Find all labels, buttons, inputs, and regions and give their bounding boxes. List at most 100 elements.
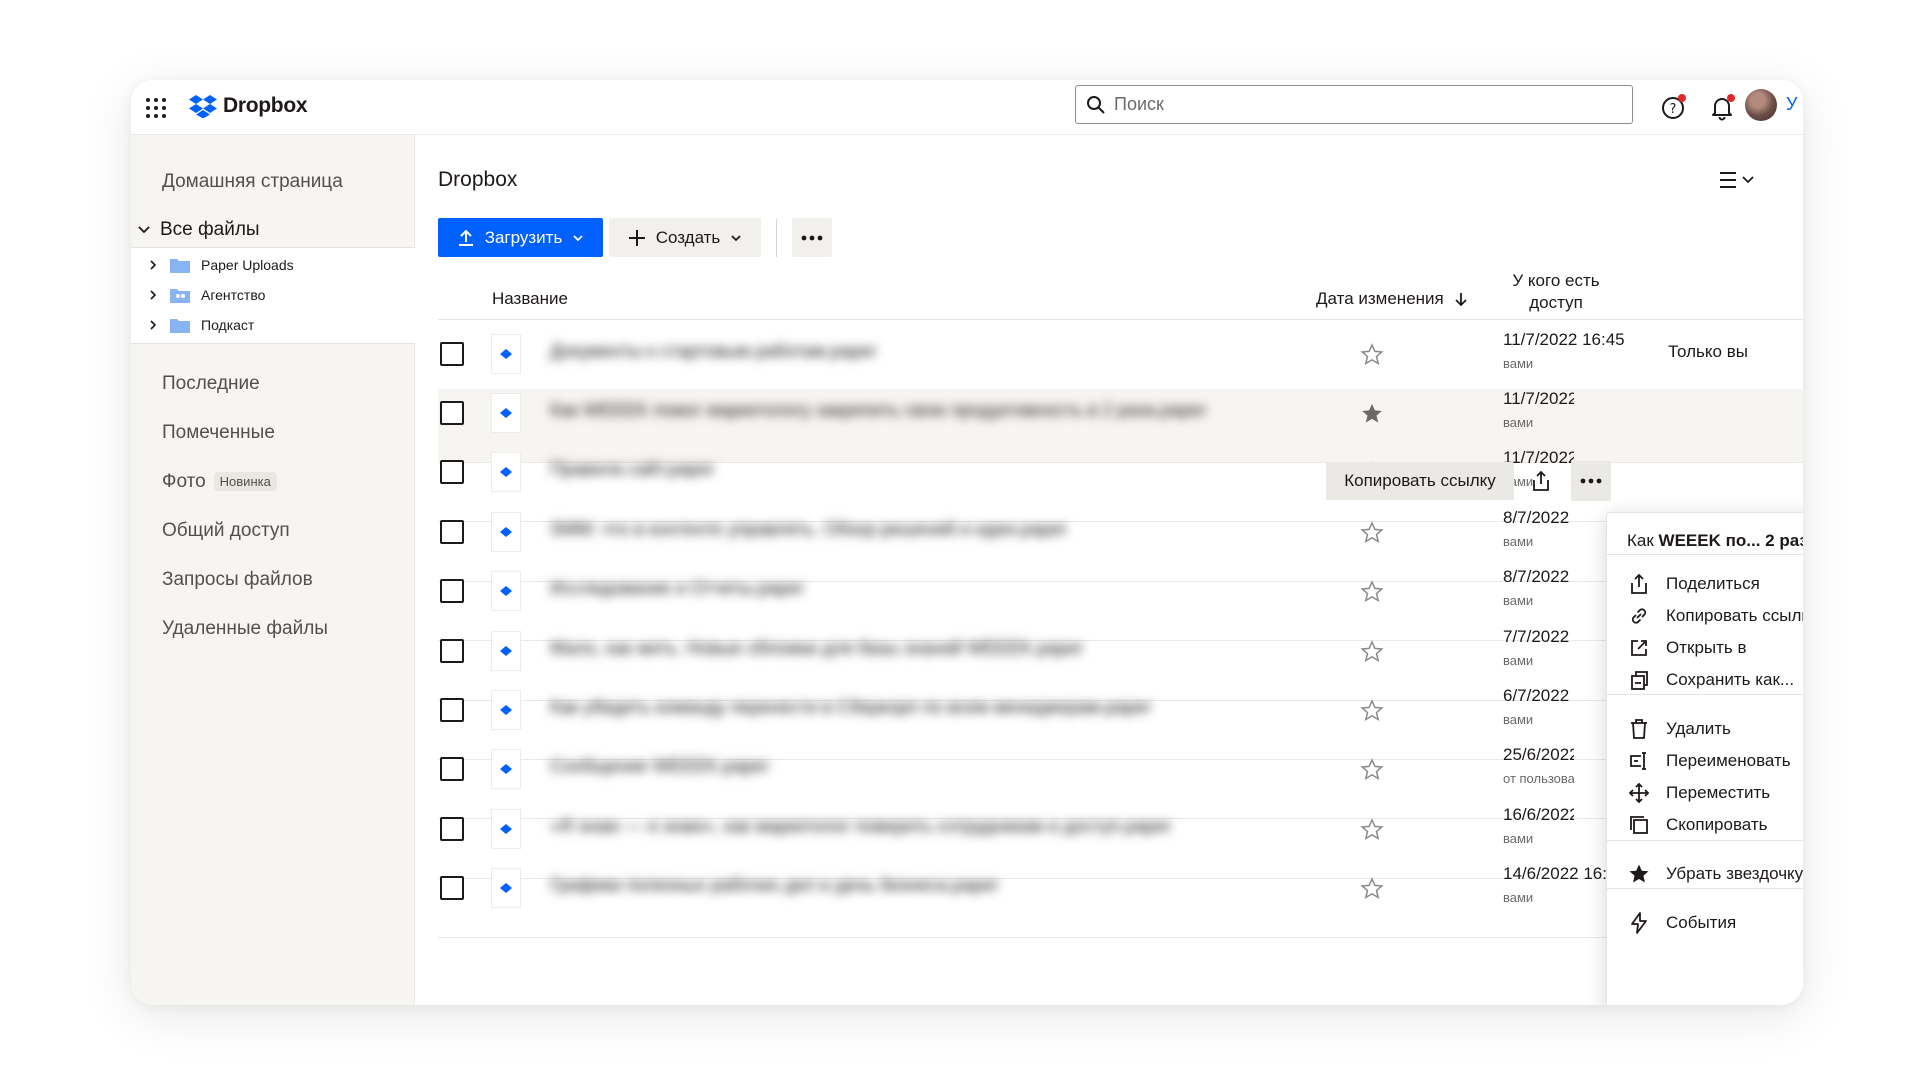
copy-icon [1630,816,1648,834]
modified-date: 16/6/2022 [1503,805,1574,824]
star-outline-icon[interactable] [1359,639,1385,665]
menu-item[interactable]: Скопировать [1607,807,1803,843]
page-title: Dropbox [438,168,518,191]
user-avatar[interactable] [1745,89,1777,121]
nav-shared[interactable]: Общий доступ [162,520,290,542]
trash-icon [1631,719,1647,739]
modified-by: от пользователя [1503,771,1574,786]
star-outline-icon[interactable] [1359,876,1385,902]
column-header-access[interactable]: У кого есть доступ [1491,270,1621,314]
star-outline-icon[interactable] [1359,520,1385,546]
chevron-down-icon[interactable] [136,222,152,238]
modified-by: вами [1503,534,1534,549]
menu-item[interactable]: Убрать звездочку [1607,856,1803,892]
paper-doc-icon [491,690,521,730]
upload-icon [458,229,473,246]
chevron-right-icon[interactable] [147,289,159,301]
create-label: Создать [655,227,721,247]
file-name[interactable]: «Я знаю — я знаю», как маркетолог повери… [550,816,1171,837]
view-options-icon[interactable] [1716,165,1762,195]
nav-file-requests[interactable]: Запросы файлов [162,569,313,591]
folder-icon [170,259,190,273]
file-name[interactable]: Мало, как жить. Новые обложки для базы з… [550,638,1083,659]
file-name[interactable]: Документы к стартовым работам.paper [550,341,877,362]
dropbox-logo[interactable]: Dropbox [189,91,308,121]
nav-deleted-files[interactable]: Удаленные файлы [162,618,328,640]
search-input[interactable] [1114,94,1614,115]
file-name[interactable]: Правила сайт.paper [550,459,714,480]
file-name[interactable]: Как убедить команду перенести в Сберкорп… [550,697,1151,718]
chevron-right-icon[interactable] [147,319,159,331]
menu-item[interactable]: Переместить [1607,775,1803,811]
rename-icon [1630,752,1646,770]
star-filled-icon[interactable] [1359,401,1385,427]
file-name[interactable]: Графики полезных рабочих дел и день бизн… [550,875,998,896]
menu-item[interactable]: События [1607,905,1803,941]
menu-item-label: Поделиться [1666,574,1760,593]
star-outline-icon[interactable] [1359,757,1385,783]
paper-doc-icon [491,809,521,849]
help-icon[interactable]: ? [1659,92,1689,122]
menu-item[interactable]: Переименовать [1607,743,1803,779]
notifications-bell-icon[interactable] [1707,92,1737,122]
paper-doc-icon [491,512,521,552]
menu-item[interactable]: Сохранить как... [1607,662,1803,698]
dropbox-icon [189,95,217,118]
header-divider [438,319,1803,320]
open-external-icon [1631,640,1647,656]
modified-by: вами [1503,712,1534,727]
file-name[interactable]: Как WEEEK помог маркетологу закрепить св… [550,400,1206,421]
folder-podcast[interactable]: Подкаст [147,316,254,334]
star-outline-icon[interactable] [1359,579,1385,605]
app-window: Dropbox ? У Домашняя страница [131,80,1803,1005]
row-more-button[interactable] [1571,461,1611,501]
nav-photos-label: Фото [162,471,206,492]
column-header-name[interactable]: Название [492,289,568,309]
app-grid-icon[interactable] [143,95,169,121]
file-name[interactable]: Исследование и Отчеты.paper [550,578,804,599]
paper-doc-icon [491,749,521,789]
user-name-truncated[interactable]: У [1786,94,1797,115]
nav-recent[interactable]: Последние [162,373,260,395]
star-outline-icon[interactable] [1359,342,1385,368]
nav-all-files[interactable]: Все файлы [136,219,260,241]
nav-photos[interactable]: Фото Новинка [162,471,277,493]
save-as-icon [1631,671,1648,690]
star-outline-icon[interactable] [1359,698,1385,724]
folder-paper-uploads[interactable]: Paper Uploads [147,256,294,274]
folder-label: Paper Uploads [201,257,294,273]
copy-link-button[interactable]: Копировать ссылку [1326,462,1514,500]
menu-separator [1607,554,1803,555]
menu-item[interactable]: Копировать ссылку [1607,598,1803,634]
more-horizontal-icon [1580,478,1602,484]
access-label: Только вы [1668,342,1748,361]
menu-item[interactable]: Открыть в [1607,630,1803,666]
file-name[interactable]: SMM: что в контенте управлять. Обзор реш… [550,519,1067,540]
search-box[interactable] [1075,85,1633,124]
nav-home[interactable]: Домашняя страница [162,171,343,193]
file-row[interactable]: Графики полезных рабочих дел и день бизн… [438,864,1803,938]
menu-item[interactable]: Удалить [1607,711,1803,747]
nav-starred[interactable]: Помеченные [162,422,275,444]
menu-item[interactable]: Поделиться [1607,566,1803,602]
modified-by: вами [1503,415,1534,430]
new-badge: Новинка [213,472,277,492]
share-row-button[interactable] [1521,462,1561,500]
column-header-modified[interactable]: Дата изменения [1316,289,1468,309]
chevron-down-icon [731,234,741,241]
folder-agency[interactable]: Агентство [147,286,265,304]
modified-date: 11/7/2022 [1503,389,1574,408]
more-actions-button[interactable] [792,218,832,257]
paper-doc-icon [491,393,521,433]
star-outline-icon[interactable] [1359,817,1385,843]
paper-doc-icon [491,571,521,611]
create-button[interactable]: Создать [609,218,761,257]
chevron-right-icon[interactable] [147,259,159,271]
file-name[interactable]: Сообщение WEEEK.paper [550,756,769,777]
menu-item-label: Удалить [1666,719,1731,738]
paper-doc-icon [491,631,521,671]
upload-button[interactable]: Загрузить [438,218,603,257]
row-name-area: Графики полезных рабочих дел и день бизн… [438,864,1574,938]
menu-item-label: Скопировать [1666,815,1768,834]
menu-item-label: Убрать звездочку [1666,864,1803,883]
